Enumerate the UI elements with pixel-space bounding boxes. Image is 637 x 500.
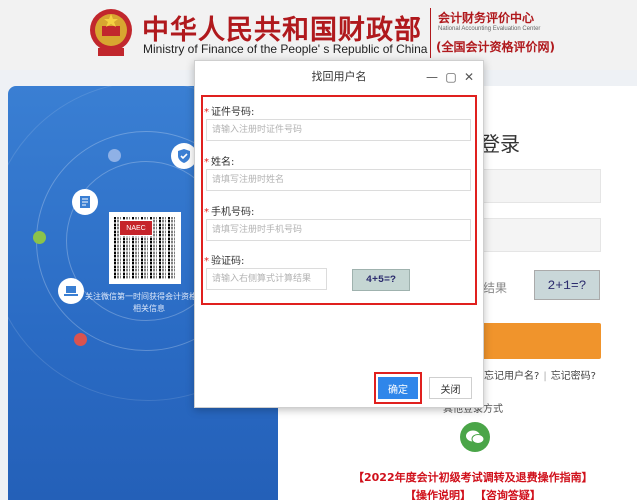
login-title: 登录 xyxy=(480,132,520,156)
forgot-links: 忘记用户名? | 忘记密码? xyxy=(484,367,596,382)
help-link[interactable]: 【操作说明】 xyxy=(405,489,471,500)
decor-dot xyxy=(108,149,121,162)
login-button[interactable] xyxy=(478,323,601,359)
center-title-cn: 会计财务评价中心 xyxy=(438,11,535,25)
center-network-name: (全国会计资格评价网) xyxy=(436,40,555,54)
decor-dot xyxy=(74,333,87,346)
captcha-image[interactable]: 4+5=? xyxy=(352,269,410,291)
required-mark: * xyxy=(204,107,209,118)
qr-badge: NAEC xyxy=(119,220,153,236)
id-number-label: * 证件号码: xyxy=(204,103,254,118)
center-title-en: National Accounting Evaluation Center xyxy=(438,26,541,32)
forgot-username-link[interactable]: 忘记用户名? xyxy=(484,371,539,382)
phone-label-text: 手机号码: xyxy=(211,207,255,218)
retrieve-username-dialog: 找回用户名 — ▢ ✕ *证件号码: *姓名: *手机号码: *验证码: 4+5… xyxy=(194,60,484,408)
phone-input[interactable] xyxy=(206,219,471,241)
name-label-text: 姓名: xyxy=(211,157,235,168)
phone-label: * 手机号码: xyxy=(204,203,254,218)
id-number-label-text: 证件号码: xyxy=(211,107,255,118)
help-links: 【操作说明】 【咨询答疑】 xyxy=(405,487,541,500)
required-mark: * xyxy=(204,256,209,267)
header-divider xyxy=(430,8,431,58)
laptop-icon xyxy=(58,278,84,304)
captcha-input[interactable] xyxy=(206,268,327,290)
forgot-password-link[interactable]: 忘记密码? xyxy=(551,371,596,382)
decor-dot xyxy=(33,231,46,244)
close-button[interactable]: 关闭 xyxy=(429,377,472,399)
maximize-icon[interactable]: ▢ xyxy=(444,70,458,84)
login-captcha-image[interactable]: 2+1=? xyxy=(534,270,600,300)
link-separator: | xyxy=(543,371,547,382)
document-icon xyxy=(72,189,98,215)
close-icon[interactable]: ✕ xyxy=(462,70,476,84)
wechat-login-icon[interactable] xyxy=(460,422,490,452)
faq-link[interactable]: 【咨询答疑】 xyxy=(475,489,541,500)
password-input[interactable] xyxy=(470,218,601,252)
national-emblem-icon xyxy=(90,9,132,56)
name-label: * 姓名: xyxy=(204,153,234,168)
ministry-title-en: Ministry of Finance of the People' s Rep… xyxy=(143,42,428,56)
notice-link[interactable]: 【2022年度会计初级考试调转及退费操作指南】 xyxy=(353,469,593,485)
captcha-label-text: 验证码: xyxy=(211,256,245,267)
captcha-result-label: 结果 xyxy=(483,281,508,295)
dialog-title: 找回用户名 xyxy=(311,70,367,83)
name-input[interactable] xyxy=(206,169,471,191)
minimize-icon[interactable]: — xyxy=(425,70,439,84)
username-input[interactable] xyxy=(470,169,601,203)
required-mark: * xyxy=(204,207,209,218)
required-mark: * xyxy=(204,157,209,168)
captcha-label: * 验证码: xyxy=(204,252,244,267)
confirm-button[interactable]: 确定 xyxy=(378,377,418,399)
id-number-input[interactable] xyxy=(206,119,471,141)
